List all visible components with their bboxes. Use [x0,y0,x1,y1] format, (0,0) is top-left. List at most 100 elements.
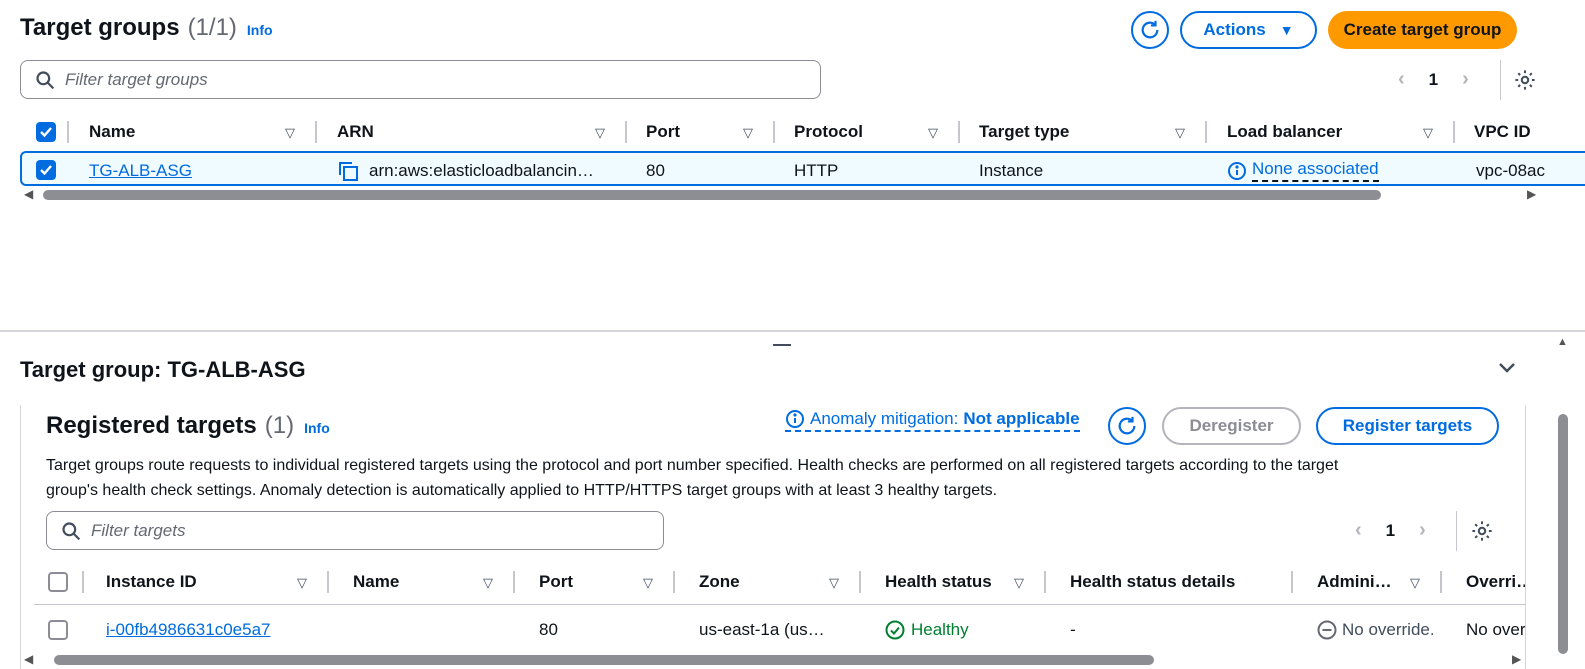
scrollbar-thumb[interactable] [54,655,1154,665]
sort-icon[interactable]: ▽ [1014,575,1024,591]
arn-value: arn:aws:elasticloadbalancin… [369,161,594,180]
filter-targets[interactable] [46,511,664,550]
checkmark-icon [40,127,52,138]
chevron-right-icon[interactable]: › [1419,519,1426,542]
select-all-checkbox[interactable] [36,122,56,142]
settings-gear-button[interactable] [1514,69,1536,96]
checkmark-icon [40,165,52,176]
scroll-left-icon[interactable]: ◀ [24,187,33,201]
sort-icon[interactable]: ▽ [595,125,605,141]
no-override-icon [1317,620,1337,645]
anomaly-mitigation-popover[interactable]: Anomaly mitigation: Not applicable [785,409,1080,432]
table-row[interactable]: TG-ALB-ASG arn:aws:elasticloadbalancin… … [20,151,1585,186]
actions-button[interactable]: Actions ▼ [1180,11,1317,49]
split-panel-divider[interactable] [0,330,1585,332]
column-header-instance-id[interactable]: Instance ID [106,572,197,592]
scroll-right-icon[interactable]: ▶ [1527,187,1536,201]
page-title: Target groups [20,14,180,41]
column-header-target-type[interactable]: Target type [979,122,1069,142]
table-header: Name ▽ ARN ▽ Port ▽ Protocol ▽ Target ty… [0,118,1585,146]
column-header-zone[interactable]: Zone [699,572,740,592]
load-balancer-popover[interactable]: None associated [1252,159,1379,182]
sort-icon[interactable]: ▽ [483,575,493,591]
column-header-port[interactable]: Port [539,572,573,592]
filter-target-groups-input[interactable] [65,69,772,90]
column-header-health-status[interactable]: Health status [885,572,992,592]
sort-icon[interactable]: ▽ [297,575,307,591]
page-title-row: Target groups (1/1) Info [20,14,273,42]
target-group-count: (1/1) [187,14,237,41]
scroll-left-icon[interactable]: ◀ [24,652,33,666]
create-target-group-button[interactable]: Create target group [1328,11,1517,49]
column-header-administrative-override[interactable]: Admini… [1317,572,1392,592]
protocol-value: HTTP [794,161,839,180]
register-targets-button[interactable]: Register targets [1316,407,1499,445]
sort-icon[interactable]: ▽ [1410,575,1420,591]
refresh-button[interactable] [1131,11,1169,49]
divider [1456,511,1457,551]
filter-targets-input[interactable] [91,520,633,541]
target-type-value: Instance [979,161,1044,180]
chevron-left-icon[interactable]: ‹ [1355,519,1362,542]
horizontal-scrollbar[interactable]: ◀ ▶ [24,652,1524,666]
page-number[interactable]: 1 [1429,70,1438,90]
chevron-left-icon[interactable]: ‹ [1398,68,1405,91]
chevron-right-icon[interactable]: › [1462,68,1469,91]
column-header-port[interactable]: Port [646,122,680,142]
refresh-targets-button[interactable] [1108,407,1146,445]
search-icon [36,70,55,89]
port-value: 80 [539,620,558,639]
scroll-right-icon[interactable]: ▶ [1512,652,1521,666]
column-header-vpc-id[interactable]: VPC ID [1474,122,1531,142]
scrollbar-thumb[interactable] [1558,414,1568,654]
sort-icon[interactable]: ▽ [1175,125,1185,141]
pagination: ‹ 1 › [1398,68,1469,91]
sort-icon[interactable]: ▽ [1423,125,1433,141]
gear-icon [1472,521,1492,541]
instance-id-link[interactable]: i-00fb4986631c0e5a7 [106,620,270,640]
column-header-name[interactable]: Name [353,572,399,592]
sort-icon[interactable]: ▽ [643,575,653,591]
sort-icon[interactable]: ▽ [829,575,839,591]
search-icon [62,521,81,540]
filter-target-groups[interactable] [20,60,821,99]
healthy-check-icon [885,620,905,645]
resize-handle-icon[interactable] [773,344,791,346]
vpc-id-value: vpc-08ac [1476,161,1545,180]
column-header-arn[interactable]: ARN [337,122,374,142]
table-row[interactable]: i-00fb4986631c0e5a7 80 us-east-1a (us… H… [0,612,1525,646]
port-value: 80 [646,161,665,180]
header-divider [34,604,1526,605]
caret-down-icon: ▼ [1279,22,1294,38]
health-status-value: Healthy [911,620,969,639]
sort-icon[interactable]: ▽ [928,125,938,141]
refresh-icon [1118,416,1136,435]
page-number[interactable]: 1 [1386,521,1395,541]
horizontal-scrollbar[interactable]: ◀ ▶ [24,187,1544,201]
scroll-up-icon[interactable]: ▲ [1557,336,1568,348]
column-header-name[interactable]: Name [89,122,135,142]
gear-icon [1515,70,1535,90]
target-group-name-link[interactable]: TG-ALB-ASG [89,161,192,181]
registered-targets-heading: Registered targets (1) Info [46,412,330,440]
sort-icon[interactable]: ▽ [285,125,295,141]
vertical-scrollbar[interactable]: ▲ [1556,336,1570,669]
column-header-load-balancer[interactable]: Load balancer [1227,122,1342,142]
row-checkbox[interactable] [48,620,68,640]
targets-settings-button[interactable] [1471,520,1493,547]
column-header-protocol[interactable]: Protocol [794,122,863,142]
registered-targets-title: Registered targets [46,412,257,439]
select-all-checkbox[interactable] [48,572,68,592]
scrollbar-thumb[interactable] [43,190,1381,200]
row-checkbox[interactable] [36,160,56,180]
column-header-health-status-details[interactable]: Health status details [1070,572,1235,592]
deregister-button[interactable]: Deregister [1162,407,1301,445]
detail-title: Target group: TG-ALB-ASG [20,357,306,382]
copy-icon[interactable] [337,160,359,187]
column-header-override-details[interactable]: Overri… [1466,572,1525,592]
collapse-chevron-icon[interactable] [1497,361,1517,380]
override-details-value: No over [1466,620,1525,639]
info-link[interactable]: Info [247,22,273,38]
sort-icon[interactable]: ▽ [743,125,753,141]
info-link[interactable]: Info [304,420,330,436]
